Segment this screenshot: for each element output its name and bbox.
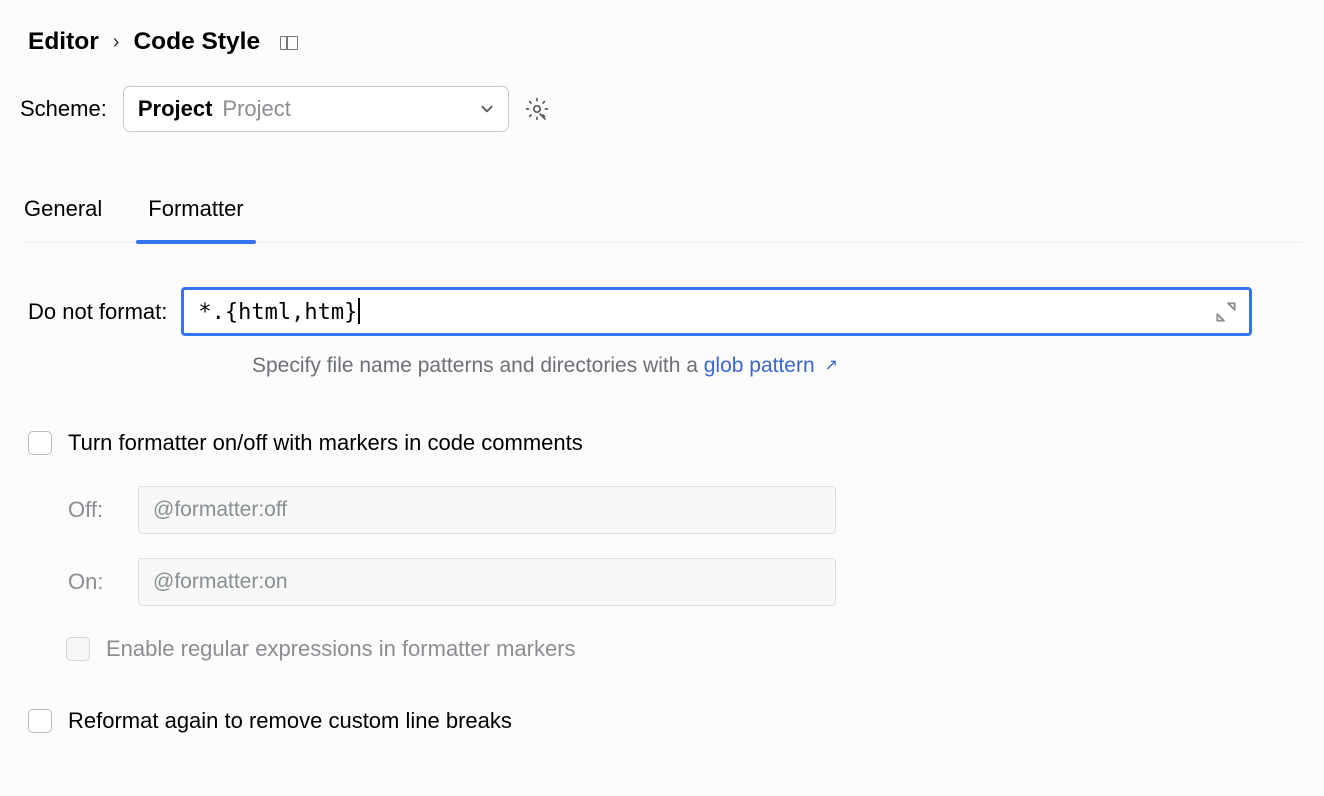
scheme-label: Scheme:: [20, 96, 107, 122]
tab-general[interactable]: General: [24, 196, 102, 242]
reformat-label: Reformat again to remove custom line bre…: [68, 708, 512, 734]
layout-icon[interactable]: [280, 36, 298, 50]
scheme-selected-source: Project: [222, 96, 290, 122]
expand-icon[interactable]: [1213, 299, 1239, 325]
breadcrumb: Editor › Code Style: [28, 28, 1302, 56]
do-not-format-hint: Specify file name patterns and directori…: [252, 354, 1296, 378]
scheme-select[interactable]: Project Project: [123, 86, 509, 132]
reformat-check-row: Reformat again to remove custom line bre…: [28, 708, 1296, 734]
tab-formatter[interactable]: Formatter: [148, 196, 243, 242]
markers-sub-form: Off: On:: [68, 486, 1296, 606]
settings-panel: Editor › Code Style Scheme: Project Proj…: [0, 0, 1324, 734]
external-link-icon: ↗: [825, 355, 838, 375]
reformat-checkbox[interactable]: [28, 709, 52, 733]
chevron-down-icon: [480, 102, 494, 116]
off-marker-row: Off:: [68, 486, 1296, 534]
chevron-right-icon: ›: [113, 31, 120, 54]
do-not-format-label: Do not format:: [28, 299, 167, 325]
do-not-format-value: *.{html,htm}: [198, 300, 357, 325]
do-not-format-input[interactable]: *.{html,htm}: [181, 287, 1252, 336]
on-marker-input: [138, 558, 836, 606]
gear-icon[interactable]: [525, 97, 549, 121]
do-not-format-row: Do not format: *.{html,htm}: [28, 287, 1296, 336]
tabs-bar: General Formatter: [22, 196, 1302, 243]
off-marker-input: [138, 486, 836, 534]
glob-pattern-link[interactable]: glob pattern: [704, 354, 815, 377]
hint-prefix: Specify file name patterns and directori…: [252, 354, 704, 377]
regex-check-row: Enable regular expressions in formatter …: [66, 636, 1296, 662]
breadcrumb-item-code-style[interactable]: Code Style: [133, 28, 260, 56]
scheme-selected-name: Project: [138, 96, 213, 122]
text-caret: [358, 298, 360, 324]
breadcrumb-item-editor[interactable]: Editor: [28, 28, 99, 56]
on-label: On:: [68, 569, 120, 595]
markers-label: Turn formatter on/off with markers in co…: [68, 430, 583, 456]
scheme-row: Scheme: Project Project: [14, 86, 1302, 132]
off-label: Off:: [68, 497, 120, 523]
markers-check-row: Turn formatter on/off with markers in co…: [28, 430, 1296, 456]
regex-label: Enable regular expressions in formatter …: [106, 636, 576, 662]
on-marker-row: On:: [68, 558, 1296, 606]
regex-checkbox: [66, 637, 90, 661]
markers-checkbox[interactable]: [28, 431, 52, 455]
formatter-panel: Do not format: *.{html,htm} Specify file…: [22, 243, 1302, 734]
